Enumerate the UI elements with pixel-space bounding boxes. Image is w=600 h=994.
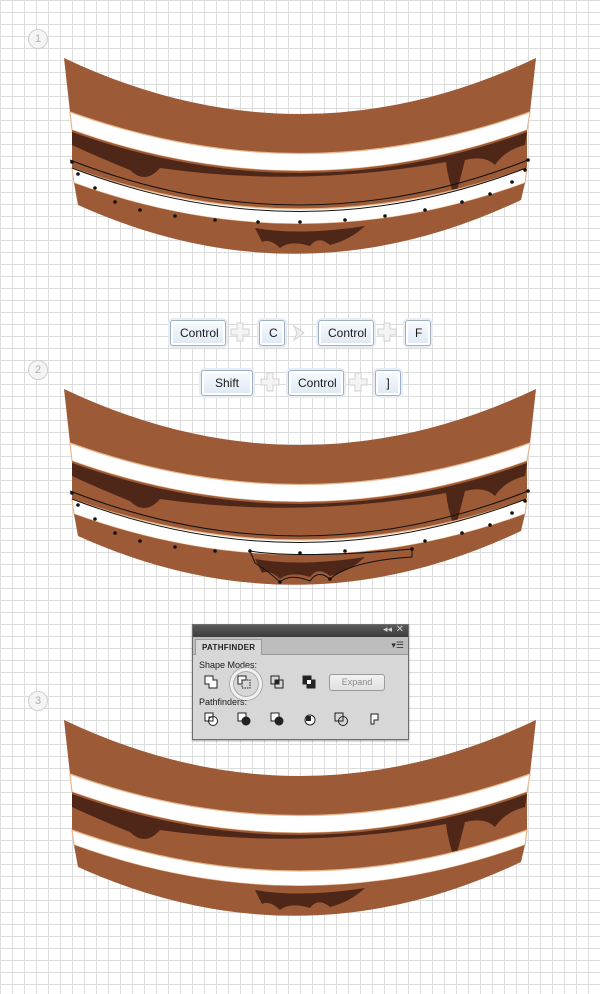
unite-icon[interactable]: [203, 674, 219, 690]
panel-menu-icon[interactable]: ▾☰: [391, 640, 404, 651]
then-arrow-icon: [292, 324, 305, 342]
expand-button[interactable]: Expand: [329, 674, 385, 691]
cake-illustration-step-2: [64, 389, 536, 585]
key-f: F: [405, 320, 431, 346]
minus-front-icon[interactable]: [236, 674, 252, 690]
step-badge-1: 1: [28, 29, 48, 49]
collapse-panel-icon[interactable]: ◂◂: [383, 624, 392, 635]
key-control: Control: [170, 320, 226, 346]
panel-tab-row: PATHFINDER ▾☰: [193, 637, 408, 655]
key-control: Control: [318, 320, 374, 346]
tab-pathfinder[interactable]: PATHFINDER: [195, 639, 263, 655]
panel-title-bar[interactable]: ◂◂ ✕: [193, 624, 408, 637]
cake-illustration-step-3: [64, 720, 536, 916]
plus-icon: [377, 322, 397, 342]
key-c: C: [259, 320, 285, 346]
plus-icon: [230, 322, 250, 342]
exclude-icon[interactable]: [301, 674, 317, 690]
cake-illustration-step-1: [64, 58, 536, 254]
pathfinders-label: Pathfinders:: [199, 697, 248, 707]
close-panel-icon[interactable]: ✕: [396, 624, 404, 635]
step-badge-2: 2: [28, 360, 48, 380]
step-badge-3: 3: [28, 691, 48, 711]
intersect-icon[interactable]: [269, 674, 285, 690]
